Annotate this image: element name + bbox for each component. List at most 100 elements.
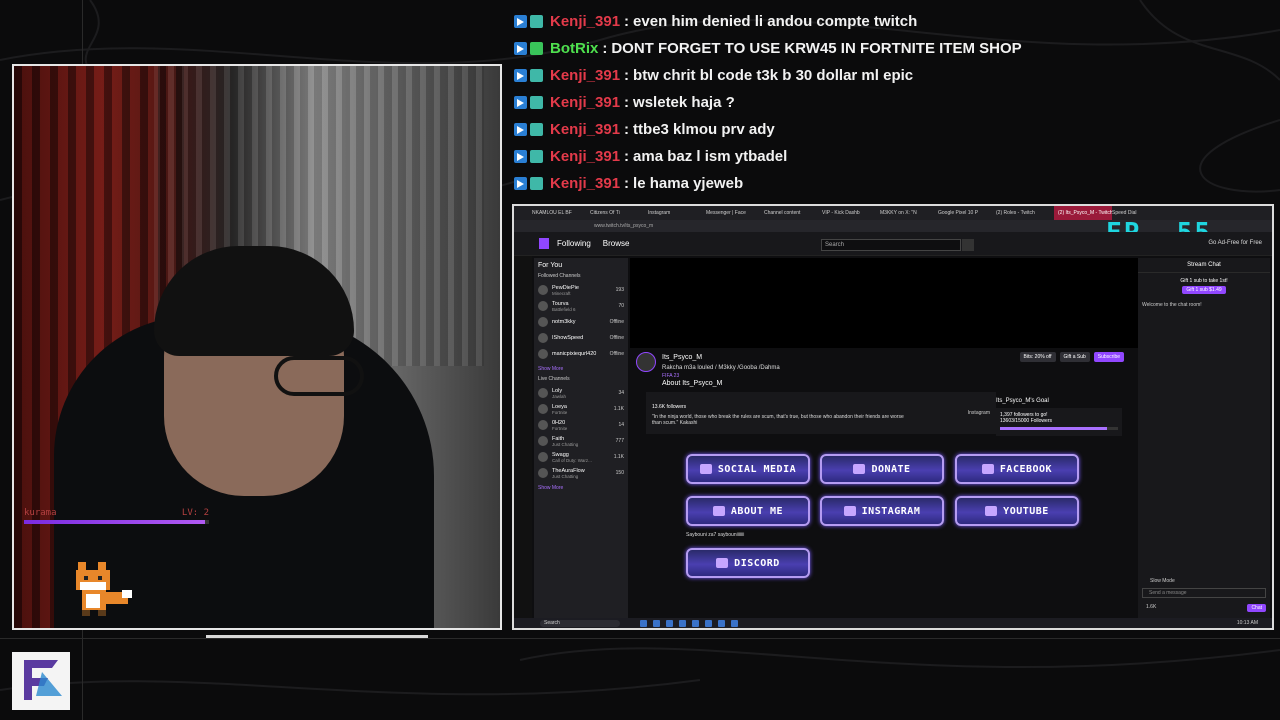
stream-title: Rakcha m3a louled / M3kky /Gooba /Dahma [662, 365, 780, 371]
sidebar-channel[interactable]: Loly Jawlah 34 [538, 385, 624, 401]
play-arrow-icon [514, 69, 527, 82]
channel-logo-icon [12, 652, 70, 710]
browser-tab[interactable]: VIP - Kick Dashb [822, 210, 880, 216]
browser-tab[interactable]: M3KKY on X: "N [880, 210, 938, 216]
level-label: LV: 2 [181, 508, 209, 518]
instagram-link[interactable]: Instagram [968, 410, 990, 416]
avatar [538, 333, 548, 343]
sidebar-channel[interactable]: PewDiePie Minecraft 193 [538, 282, 624, 298]
search-icon[interactable] [962, 239, 974, 251]
search-input[interactable]: Search [821, 239, 961, 251]
twitch-logo-icon[interactable] [539, 238, 549, 249]
facebook-panel[interactable]: FACEBOOK [955, 454, 1079, 484]
social-media-panel[interactable]: SOCIAL MEDIA [686, 454, 810, 484]
sidebar-channel[interactable]: notm3kky Offline [538, 314, 624, 330]
play-arrow-icon [514, 15, 527, 28]
panel-label: INSTAGRAM [861, 505, 921, 517]
avatar [538, 404, 548, 414]
twitch-nav: Following Browse Search Go Ad-Free for F… [514, 232, 1272, 256]
gift-sub-promo-button[interactable]: Gift 1 sub $1.49 [1182, 286, 1226, 294]
video-player[interactable] [630, 258, 1138, 348]
browser-tab[interactable]: Messenger | Face [706, 210, 764, 216]
discord-panel[interactable]: DISCORD [686, 548, 810, 578]
chat-footer: 1.6K Chat [1146, 604, 1266, 612]
channel-info: Its_Psyco_M Rakcha m3a louled / M3kky /G… [630, 348, 1138, 384]
gift-price: $1.49 [1209, 287, 1222, 293]
chat-separator: : [624, 13, 630, 30]
youtube-icon [985, 506, 998, 516]
youtube-panel[interactable]: YOUTUBE [955, 496, 1079, 526]
show-more-link-live[interactable]: Show More [538, 485, 624, 491]
divider-horizontal [0, 638, 1280, 639]
about-quote: "In the ninja world, those who break the… [652, 414, 904, 426]
taskbar-app-icon[interactable] [705, 619, 712, 627]
ad-free-button[interactable]: Go Ad-Free for Free [1208, 240, 1262, 246]
panel-label: DONATE [871, 463, 911, 475]
sidebar-channel[interactable]: TheAuraFlow Just Chatting 150 [538, 465, 624, 481]
browser-tab[interactable]: Google Pixel 10 P [938, 210, 996, 216]
pixel-fox-icon [76, 562, 132, 616]
taskbar-app-icon[interactable] [640, 619, 647, 627]
health-fill [24, 520, 206, 524]
taskbar-app-icon[interactable] [692, 619, 699, 627]
viewer-count: 34 [618, 390, 624, 396]
subscribe-button[interactable]: Subscribe [1093, 352, 1124, 362]
channel-name: IShowSpeed [552, 335, 584, 341]
overlay-chat-line: Kenji_391: even him denied li andou compt… [514, 8, 1274, 35]
sidebar-channel[interactable]: 0H20 Fortnite 14 [538, 417, 624, 433]
avatar [538, 420, 548, 430]
taskbar-app-icon[interactable] [666, 619, 673, 627]
live-heading: Live Channels [538, 376, 570, 382]
chat-username: Kenji_391 [550, 121, 621, 138]
taskbar-app-icon[interactable] [731, 619, 738, 627]
user-icon [712, 506, 725, 516]
stream-game[interactable]: FIFA 23 [662, 373, 1138, 379]
instagram-panel[interactable]: INSTAGRAM [820, 496, 944, 526]
channel-points[interactable]: 1.6K [1146, 604, 1156, 612]
moderator-badge-icon [530, 69, 543, 82]
chat-separator: : [624, 175, 630, 192]
play-arrow-icon [514, 123, 527, 136]
sidebar-channel[interactable]: Tourva Battlefield 6 70 [538, 298, 624, 314]
sidebar-channel[interactable]: Loeya Fortnite 1.1K [538, 401, 624, 417]
chat-message: btw chrit bl code t3k b 30 dollar ml epi… [633, 67, 914, 84]
about-me-panel[interactable]: ABOUT ME [686, 496, 810, 526]
sidebar-channel[interactable]: Faith Just Chatting 777 [538, 433, 624, 449]
play-arrow-icon [514, 96, 527, 109]
gift-sub-button[interactable]: Gift a Sub [1059, 352, 1090, 362]
nav-following[interactable]: Following [557, 239, 591, 248]
panel-label: ABOUT ME [730, 505, 784, 517]
channel-game: Battlefield 6 [552, 306, 576, 312]
for-you-heading: For You [538, 262, 563, 269]
chat-username: Kenji_391 [550, 94, 621, 111]
browser-tab[interactable]: Speed Dial [1112, 210, 1170, 216]
chat-username: Kenji_391 [550, 67, 621, 84]
chat-send-button[interactable]: Chat [1247, 604, 1266, 612]
overlay-chat: Kenji_391: even him denied li andou compt… [514, 8, 1274, 197]
chat-username: Kenji_391 [550, 148, 621, 165]
sidebar-channel[interactable]: manicpixiequrl420 Offline [538, 346, 624, 362]
browser-tab[interactable]: Instagram [648, 210, 706, 216]
viewer-count: Offline [609, 335, 624, 341]
about-section: About Its_Psyco_M 13.6K followers "In th… [646, 380, 996, 434]
avatar [538, 452, 548, 462]
viewer-count: 1.1K [613, 454, 624, 460]
taskbar-app-icon[interactable] [679, 619, 686, 627]
show-more-link[interactable]: Show More [538, 366, 624, 372]
channel-game: Call of Duty: Warz... [552, 457, 592, 463]
sidebar-channel[interactable]: Swagg Call of Duty: Warz... 1.1K [538, 449, 624, 465]
channel-avatar[interactable] [636, 352, 656, 372]
chat-input[interactable]: Send a message [1142, 588, 1266, 598]
browser-tab[interactable]: (2) Its_Psyco_M - Twitch [1054, 206, 1112, 220]
taskbar-app-icon[interactable] [653, 619, 660, 627]
browser-tab[interactable]: NKAMLOU EL BF [532, 210, 590, 216]
taskbar-search[interactable]: Search [540, 619, 620, 627]
browser-tab[interactable]: Channel content [764, 210, 822, 216]
sidebar-channel[interactable]: IShowSpeed Offline [538, 330, 624, 346]
browser-tab[interactable]: Citizens Of Ti [590, 210, 648, 216]
browser-tab[interactable]: (2) Roles - Twitch [996, 210, 1054, 216]
bits-button[interactable]: Bits: 20% off [1019, 352, 1056, 362]
taskbar-app-icon[interactable] [718, 619, 725, 627]
nav-browse[interactable]: Browse [603, 239, 630, 248]
donate-panel[interactable]: DONATE [820, 454, 944, 484]
